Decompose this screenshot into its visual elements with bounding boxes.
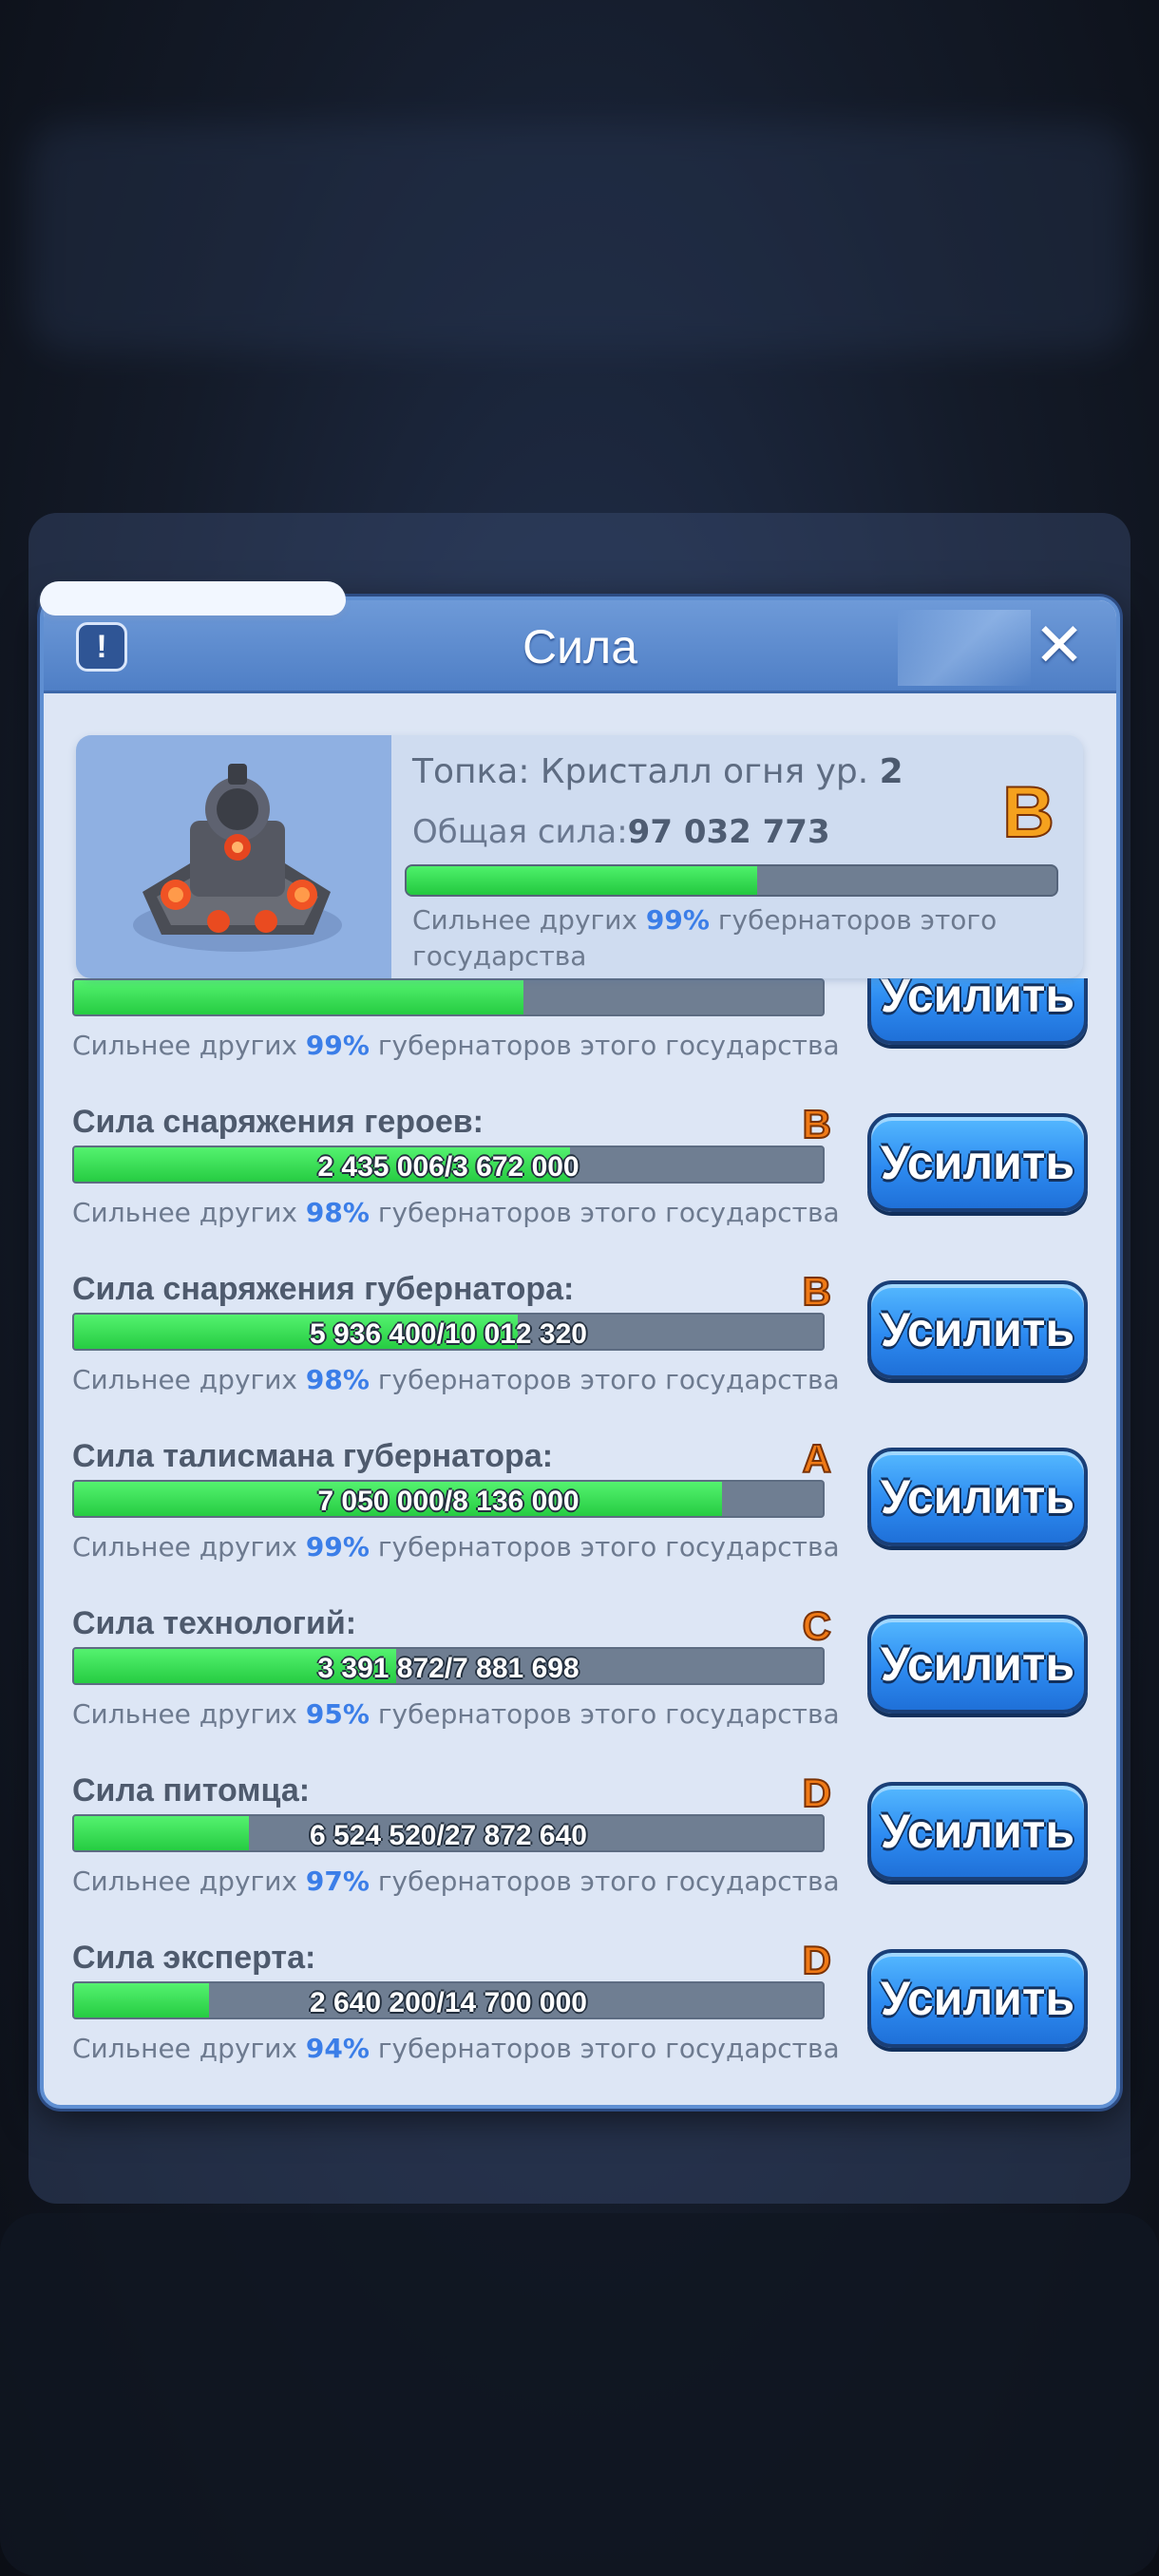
boost-button-label: Усилить bbox=[880, 1805, 1075, 1858]
rank-prefix: Сильнее других bbox=[72, 1531, 297, 1563]
rank-prefix: Сильнее других bbox=[72, 1698, 297, 1730]
background-bottom bbox=[0, 2213, 1159, 2576]
row-progress-bar bbox=[72, 978, 825, 1016]
boost-button[interactable]: Усилить bbox=[867, 1615, 1088, 1714]
boost-button-label: Усилить bbox=[880, 1136, 1075, 1189]
row-progress-value: 5 936 400/10 012 320 bbox=[310, 1318, 587, 1350]
dialog-title: Сила bbox=[522, 620, 638, 673]
boost-button[interactable]: Усилить bbox=[867, 978, 1088, 1045]
summary-progress-fill bbox=[407, 866, 758, 895]
rank-prefix: Сильнее других bbox=[72, 2033, 297, 2064]
rank-prefix: Сильнее других bbox=[72, 1364, 297, 1395]
row-grade-badge: B bbox=[802, 1268, 832, 1315]
row-progress-value: 2 640 200/14 700 000 bbox=[310, 1987, 587, 2018]
row-grade-badge: D bbox=[802, 1937, 832, 1983]
row-rank-text: Сильнее других 94% губернаторов этого го… bbox=[72, 2033, 840, 2064]
row-progress-bar: 7 050 000/8 136 000 bbox=[72, 1480, 825, 1518]
building-level: 2 bbox=[879, 752, 903, 791]
rank-suffix: губернаторов этого государства bbox=[377, 1197, 840, 1228]
row-progress-fill bbox=[74, 980, 523, 1014]
rank-percent: 99% bbox=[645, 904, 710, 936]
boost-button[interactable]: Усилить bbox=[867, 1448, 1088, 1546]
power-category-list[interactable]: Сильнее других 99% губернаторов этого го… bbox=[44, 978, 1116, 2105]
rank-suffix: губернаторов этого государства bbox=[377, 1030, 840, 1061]
rank-suffix: губернаторов этого государства bbox=[377, 1866, 840, 1897]
row-progress-value: 3 391 872/7 881 698 bbox=[317, 1653, 580, 1684]
row-title: Сила снаряжения героев: bbox=[72, 1104, 484, 1140]
rank-suffix: губернаторов этого государства bbox=[377, 2033, 840, 2064]
snow-decoration bbox=[40, 581, 346, 616]
boost-button-label: Усилить bbox=[880, 978, 1075, 1022]
row-rank-text: Сильнее других 98% губернаторов этого го… bbox=[72, 1197, 840, 1228]
power-row: Сила технологий: C 3 391 872/7 881 698 С… bbox=[44, 1596, 1116, 1763]
row-rank-text: Сильнее других 98% губернаторов этого го… bbox=[72, 1364, 840, 1395]
row-title: Сила талисмана губернатора: bbox=[72, 1438, 554, 1474]
rank-prefix: Сильнее других bbox=[412, 904, 637, 936]
building-name: Топка: Кристалл огня ур. 2 bbox=[412, 752, 903, 791]
rank-percent: 98% bbox=[305, 1364, 370, 1395]
row-progress-bar: 3 391 872/7 881 698 bbox=[72, 1647, 825, 1685]
row-progress-value: 7 050 000/8 136 000 bbox=[317, 1486, 580, 1517]
summary-rank-text: Сильнее других 99% губернаторов этого го… bbox=[412, 902, 1058, 975]
row-grade-badge: B bbox=[802, 1101, 832, 1147]
row-grade-badge: D bbox=[802, 1770, 832, 1816]
boost-button[interactable]: Усилить bbox=[867, 1782, 1088, 1881]
row-rank-text: Сильнее других 99% губернаторов этого го… bbox=[72, 1531, 840, 1563]
total-power: Общая сила:97 032 773 bbox=[412, 813, 830, 851]
rank-suffix: губернаторов этого государства bbox=[377, 1364, 840, 1395]
row-grade-badge: C bbox=[802, 1602, 832, 1649]
rank-prefix: Сильнее других bbox=[72, 1866, 297, 1897]
power-row: Сила эксперта: D 2 640 200/14 700 000 Си… bbox=[44, 1930, 1116, 2097]
total-power-label: Общая сила: bbox=[412, 813, 628, 851]
building-image bbox=[76, 735, 391, 978]
rank-suffix: губернаторов этого государства bbox=[377, 1531, 840, 1563]
power-row: Сильнее других 99% губернаторов этого го… bbox=[44, 978, 1116, 1094]
boost-button[interactable]: Усилить bbox=[867, 1280, 1088, 1379]
row-grade-badge: A bbox=[802, 1435, 832, 1482]
rank-percent: 99% bbox=[305, 1531, 370, 1563]
row-rank-text: Сильнее других 97% губернаторов этого го… bbox=[72, 1866, 840, 1897]
row-progress-value: 2 435 006/3 672 000 bbox=[317, 1151, 580, 1183]
close-button[interactable]: ✕ bbox=[1029, 616, 1090, 676]
summary-grade-badge: B bbox=[1001, 771, 1055, 854]
building-name-text: Топка: Кристалл огня ур. bbox=[412, 752, 869, 791]
row-progress-bar: 5 936 400/10 012 320 bbox=[72, 1313, 825, 1351]
row-progress-bar: 6 524 520/27 872 640 bbox=[72, 1814, 825, 1852]
rank-percent: 98% bbox=[305, 1197, 370, 1228]
boost-button-label: Усилить bbox=[880, 1638, 1075, 1691]
rank-percent: 94% bbox=[305, 2033, 370, 2064]
row-rank-text: Сильнее других 95% губернаторов этого го… bbox=[72, 1698, 840, 1730]
rank-prefix: Сильнее других bbox=[72, 1030, 297, 1061]
boost-button[interactable]: Усилить bbox=[867, 1113, 1088, 1212]
boost-button-label: Усилить bbox=[880, 1972, 1075, 2025]
power-dialog: ! Сила ✕ Топка: Кристалл огня ур. 2 Обща… bbox=[40, 597, 1120, 2109]
close-icon: ✕ bbox=[1034, 611, 1085, 681]
building-summary-card: Топка: Кристалл огня ур. 2 Общая сила:97… bbox=[76, 735, 1083, 978]
boost-button-label: Усилить bbox=[880, 1470, 1075, 1524]
rank-percent: 99% bbox=[305, 1030, 370, 1061]
power-row: Сила талисмана губернатора: A 7 050 000/… bbox=[44, 1429, 1116, 1596]
background-blur-top bbox=[28, 123, 1130, 351]
boost-button[interactable]: Усилить bbox=[867, 1949, 1088, 2048]
summary-progress-bar bbox=[405, 864, 1058, 897]
rank-suffix: губернаторов этого государства bbox=[377, 1698, 840, 1730]
power-row: Сила снаряжения губернатора: B 5 936 400… bbox=[44, 1261, 1116, 1429]
rank-percent: 95% bbox=[305, 1698, 370, 1730]
row-title: Сила питомца: bbox=[72, 1772, 311, 1809]
row-title: Сила технологий: bbox=[72, 1605, 357, 1641]
row-progress-bar: 2 435 006/3 672 000 bbox=[72, 1146, 825, 1184]
boost-button-label: Усилить bbox=[880, 1303, 1075, 1356]
rank-prefix: Сильнее других bbox=[72, 1197, 297, 1228]
row-progress-value: 6 524 520/27 872 640 bbox=[310, 1820, 587, 1851]
row-progress-bar: 2 640 200/14 700 000 bbox=[72, 1981, 825, 2019]
row-title: Сила снаряжения губернатора: bbox=[72, 1271, 575, 1307]
furnace-icon bbox=[133, 764, 342, 952]
rank-percent: 97% bbox=[305, 1866, 370, 1897]
power-row: Сила снаряжения героев: B 2 435 006/3 67… bbox=[44, 1094, 1116, 1261]
row-title: Сила эксперта: bbox=[72, 1940, 316, 1976]
row-rank-text: Сильнее других 99% губернаторов этого го… bbox=[72, 1030, 840, 1061]
total-power-value: 97 032 773 bbox=[627, 813, 830, 851]
power-row: Сила питомца: D 6 524 520/27 872 640 Сил… bbox=[44, 1763, 1116, 1930]
